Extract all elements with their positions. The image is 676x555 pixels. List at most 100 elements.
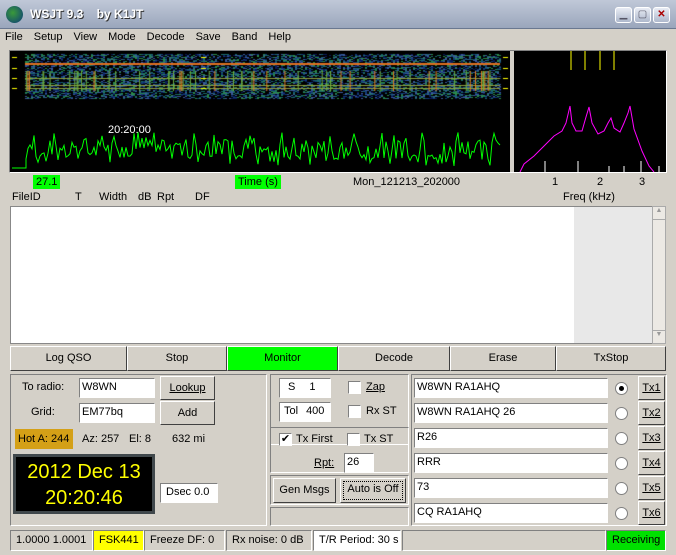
to-radio-input[interactable]: W8WN	[79, 378, 155, 398]
column-df: DF	[195, 191, 210, 203]
tx-button-label: Tx4	[642, 457, 660, 469]
menu-bar: File Setup View Mode Decode Save Band He…	[0, 29, 676, 47]
tx-message-input[interactable]: RRR	[414, 453, 608, 473]
freq-tick: 3	[639, 176, 645, 188]
s-field[interactable]: S1	[279, 378, 331, 398]
waveform-line	[12, 132, 500, 168]
tx-select-radio[interactable]	[615, 457, 628, 470]
freq-tick: 1	[552, 176, 558, 188]
lookup-button[interactable]: Lookup	[160, 376, 215, 400]
clock-display: 2012 Dec 13 20:20:46	[13, 454, 155, 514]
elevation: El: 8	[129, 433, 151, 445]
maximize-icon[interactable]: ▢	[634, 7, 651, 23]
tol-label: Tol	[284, 405, 298, 417]
tx-first-checkbox[interactable]: ✔	[279, 433, 292, 446]
waterfall-display[interactable]: 20:20:00	[10, 51, 510, 172]
tx-message-input[interactable]: CQ RA1AHQ	[414, 503, 608, 523]
hot-a-badge: Hot A: 244	[15, 429, 73, 449]
tx-button-label: Tx3	[642, 432, 660, 444]
tx-message-input[interactable]: R26	[414, 428, 608, 448]
freq-tick: 2	[597, 176, 603, 188]
tx-select-radio[interactable]	[615, 382, 628, 395]
waveform-plot	[10, 51, 510, 172]
menu-setup[interactable]: Setup	[29, 29, 69, 47]
rpt-input[interactable]: 26	[344, 453, 374, 473]
rpt-label: Rpt:	[314, 457, 334, 469]
tx-message-input[interactable]: W8WN RA1AHQ 26	[414, 403, 608, 423]
to-radio-label: To radio:	[22, 381, 64, 393]
menu-decode[interactable]: Decode	[142, 29, 191, 47]
tx-select-radio[interactable]	[615, 432, 628, 445]
tx-message-input[interactable]: W8WN RA1AHQ	[414, 378, 608, 398]
plot-timestamp: 20:20:00	[108, 124, 151, 136]
menu-mode[interactable]: Mode	[103, 29, 142, 47]
tx-button[interactable]: Tx2	[638, 401, 665, 425]
tx-st-checkbox[interactable]	[347, 433, 360, 446]
stop-button[interactable]: Stop	[127, 346, 227, 371]
mode-status: FSK441	[93, 530, 144, 551]
tx-first-label: Tx First	[296, 433, 333, 445]
rx-st-checkbox[interactable]	[348, 405, 361, 418]
column-db: dB	[138, 191, 151, 203]
tx-button[interactable]: Tx4	[638, 451, 665, 475]
receiving-status: Receiving	[606, 530, 666, 551]
tx-select-radio[interactable]	[615, 507, 628, 520]
column-fileid: FileID	[12, 191, 41, 203]
status-spacer	[402, 530, 606, 551]
rx-noise-status: Rx noise: 0 dB	[226, 530, 312, 551]
menu-save[interactable]: Save	[191, 29, 227, 47]
lookup-label: Lookup	[169, 382, 205, 394]
close-icon[interactable]: ✕	[653, 7, 670, 23]
minimize-icon[interactable]: ▁	[615, 7, 632, 23]
dsec-field: Dsec 0.0	[160, 483, 218, 503]
erase-button[interactable]: Erase	[450, 346, 556, 371]
txstop-button[interactable]: TxStop	[556, 346, 666, 371]
tol-value: 400	[306, 405, 324, 417]
tx-message-input[interactable]: 73	[414, 478, 608, 498]
freeze-df-status: Freeze DF: 0	[144, 530, 225, 551]
window-title: WSJT 9.3 by K1JT	[30, 7, 143, 21]
file-name: Mon_121213_202000	[353, 176, 460, 188]
rx-st-label: Rx ST	[366, 405, 397, 417]
log-qso-button[interactable]: Log QSO	[10, 346, 127, 371]
tx-button-label: Tx2	[642, 407, 660, 419]
spectrum-display[interactable]	[514, 51, 666, 172]
zap-label: Zap	[366, 381, 385, 393]
clock-time: 20:20:46	[16, 485, 152, 511]
globe-icon	[6, 6, 23, 23]
add-button[interactable]: Add	[160, 401, 215, 425]
tx-button-label: Tx6	[642, 507, 660, 519]
grid-label: Grid:	[31, 406, 55, 418]
tx-select-radio[interactable]	[615, 407, 628, 420]
tx-button-label: Tx1	[642, 382, 660, 394]
s-label: S	[288, 381, 295, 393]
menu-band[interactable]: Band	[227, 29, 264, 47]
tx-button[interactable]: Tx5	[638, 476, 665, 500]
zap-checkbox[interactable]	[348, 381, 361, 394]
zap-text: Zap	[366, 381, 385, 393]
rpt-text: Rpt:	[314, 457, 334, 469]
tx-button[interactable]: Tx1	[638, 376, 665, 400]
spectrum-plot	[514, 51, 666, 172]
grid-input[interactable]: EM77bq	[79, 403, 155, 423]
menu-help[interactable]: Help	[263, 29, 297, 47]
auto-button[interactable]: Auto is Off	[340, 478, 406, 503]
scrollbar[interactable]: ▲ ▼	[652, 206, 666, 344]
tx-button[interactable]: Tx3	[638, 426, 665, 450]
monitor-button[interactable]: Monitor	[227, 346, 338, 371]
level-readout: 27.1	[33, 175, 60, 189]
distance: 632 mi	[172, 433, 205, 445]
tx-button[interactable]: Tx6	[638, 501, 665, 525]
ratio-status: 1.0000 1.0001	[10, 530, 93, 551]
tol-field[interactable]: Tol 400	[279, 402, 331, 422]
menu-file[interactable]: File	[0, 29, 29, 47]
decoded-text-area[interactable]	[10, 206, 652, 344]
tx-select-radio[interactable]	[615, 482, 628, 495]
decode-button[interactable]: Decode	[338, 346, 450, 371]
tx-st-label: Tx ST	[364, 433, 393, 445]
column-rpt: Rpt	[157, 191, 174, 203]
title-bar: WSJT 9.3 by K1JT ▁ ▢ ✕	[0, 0, 676, 29]
time-axis-label: Time (s)	[235, 175, 281, 189]
menu-view[interactable]: View	[68, 29, 103, 47]
gen-msgs-button[interactable]: Gen Msgs	[273, 478, 336, 503]
